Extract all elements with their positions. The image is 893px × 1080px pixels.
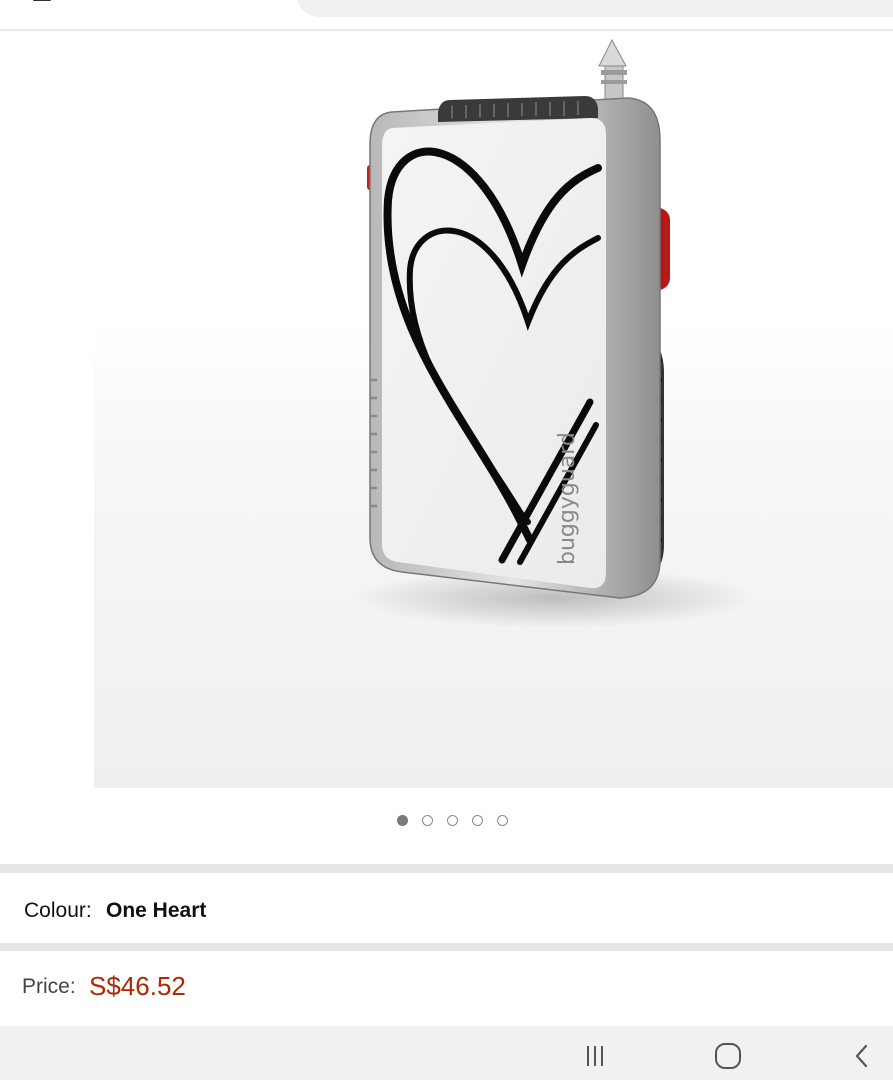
menu-icon[interactable] — [33, 0, 51, 1]
brand-logo-text: buggyguard — [555, 432, 580, 565]
android-navigation-bar — [0, 1026, 893, 1080]
carousel-dot-2[interactable] — [422, 815, 433, 826]
top-bar — [0, 0, 893, 31]
colour-label: Colour: — [24, 899, 92, 922]
carousel-dot-1[interactable] — [397, 815, 408, 826]
home-button[interactable] — [698, 1036, 758, 1076]
price-value: S$46.52 — [89, 971, 186, 1001]
colour-value: One Heart — [106, 899, 207, 922]
section-divider — [0, 943, 893, 951]
price-label: Price: — [22, 975, 76, 998]
back-button[interactable] — [832, 1036, 892, 1076]
carousel-dot-3[interactable] — [447, 815, 458, 826]
product-device-illustration: buggyguard — [355, 38, 755, 628]
colour-selector-row[interactable]: Colour: One Heart — [0, 873, 893, 943]
search-bar[interactable] — [296, 0, 893, 17]
carousel-dot-4[interactable] — [472, 815, 483, 826]
recent-apps-button[interactable] — [565, 1036, 625, 1076]
section-divider — [0, 864, 893, 873]
recent-apps-icon — [587, 1046, 603, 1066]
product-image[interactable]: buggyguard — [0, 31, 893, 801]
back-icon — [855, 1044, 868, 1068]
home-icon — [715, 1043, 741, 1069]
carousel-dot-5[interactable] — [497, 815, 508, 826]
image-carousel-indicator[interactable] — [0, 815, 893, 835]
price-row: Price: S$46.52 — [0, 951, 893, 1025]
